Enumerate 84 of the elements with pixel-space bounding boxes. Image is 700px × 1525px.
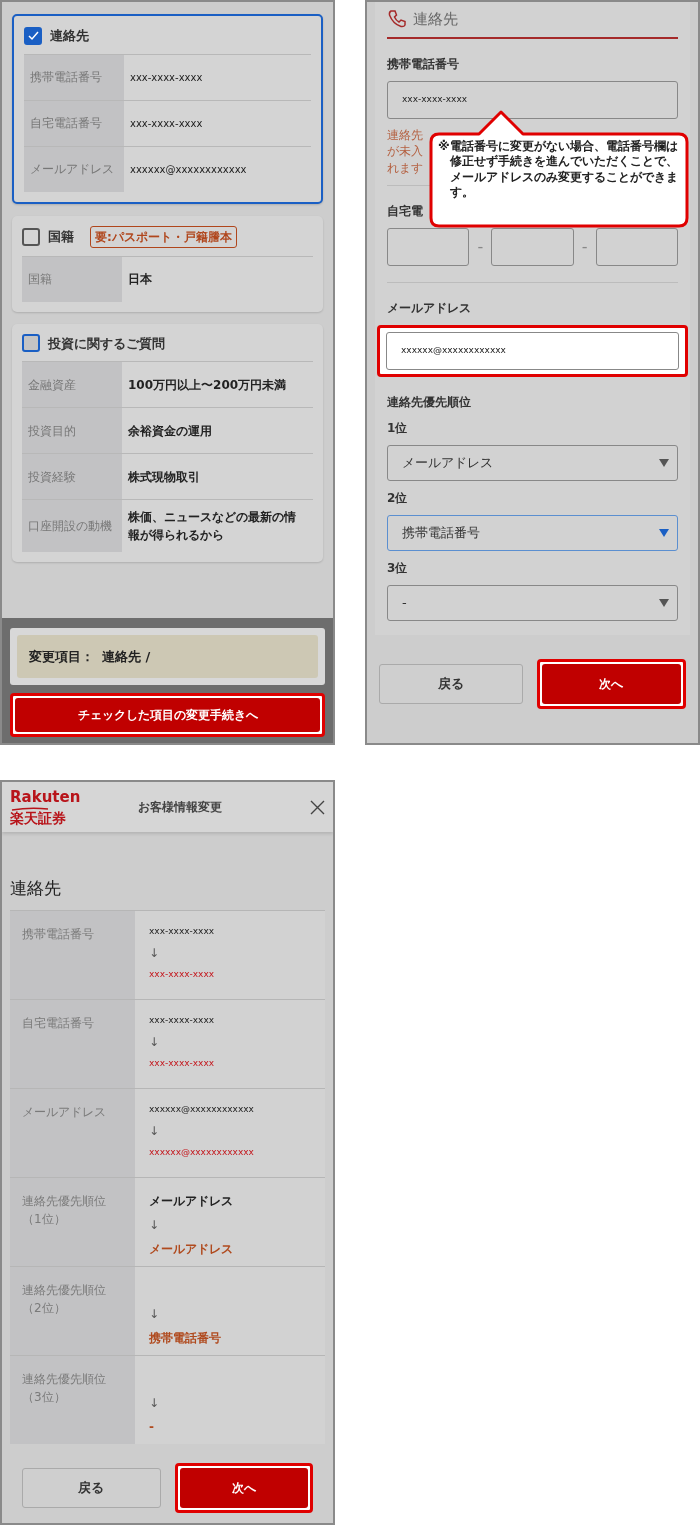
old-value: xxx-xxxx-xxxx [149,924,216,938]
section-title: 連絡先 [50,27,89,45]
row-value: xxxxxx@xxxxxxxxxxxx [129,162,248,177]
field-label: 携帯電話番号 [387,55,459,73]
new-value: xxxxxx@xxxxxxxxxxxx [149,1146,255,1159]
row-value: 100万円以上〜200万円未満 [127,376,288,394]
submit-button[interactable]: チェックした項目の変更手続きへ [15,698,320,732]
row-value: xxx-xxxx-xxxx [129,116,204,131]
section-title: 国籍 [48,227,74,246]
row-label: 連絡先優先順位 [22,1281,107,1299]
caret-icon [659,458,669,467]
row-value: 日本 [127,271,153,288]
row-label: 連絡先優先順位 [22,1370,107,1388]
row-label-note: （1位） [22,1210,67,1228]
old-value: xxxxxx@xxxxxxxxxxxx [149,1102,255,1116]
section-title: 投資に関するご質問 [48,334,165,353]
checkbox[interactable] [24,26,42,45]
select-field[interactable]: メールアドレス [387,444,678,481]
row-label: 携帯電話番号 [22,925,95,943]
row-label: 投資経験 [22,454,122,499]
requirement-tag: 要:パスポート・戸籍謄本 [90,225,237,248]
back-button[interactable]: 戻る [22,1468,161,1508]
logo-swoosh-icon [10,806,50,811]
brand-logo: Rakuten [10,787,81,807]
row-label: 自宅電話番号 [22,1014,95,1032]
new-value: xxx-xxxx-xxxx [149,968,216,981]
next-button[interactable]: 次へ [179,1468,308,1508]
row-label-note: （3位） [22,1388,67,1406]
checkbox[interactable] [22,227,40,246]
callout-text: ※電話番号に変更がない場合、電話番号欄は修正せず手続きを進んでいただくことで、メールアドレスのみ変更することができます。 [438,139,679,201]
row-label: 投資目的 [22,408,122,453]
row-value: xxx-xxxx-xxxx [129,70,204,85]
row-label: メールアドレス [24,146,124,192]
new-value: - [149,1418,155,1436]
arrow-text: ↓ [149,1034,161,1051]
new-value: xxx-xxxx-xxxx [149,1057,216,1070]
select-label: 3位 [387,559,408,577]
separator-text: - [581,235,588,258]
arrow-text: ↓ [149,1394,161,1412]
row-value: 株式現物取引 [127,468,201,486]
email-field[interactable]: xxxxxx@xxxxxxxxxxxx [386,331,679,370]
row-label: 携帯電話番号 [24,54,124,100]
arrow-text: ↓ [149,1123,161,1140]
back-button[interactable]: 戻る [379,663,523,704]
next-button[interactable]: 次へ [541,663,681,704]
row-value: 余裕資金の運用 [127,422,213,440]
phone-field[interactable]: xxx-xxxx-xxxx [387,80,678,119]
row-label: 連絡先優先順位 [22,1192,107,1210]
old-value: メールアドレス [149,1192,234,1210]
row-label: 金融資産 [22,362,122,407]
field-label: メールアドレス [387,299,471,317]
summary-label: 変更項目： [29,647,94,666]
phone-icon [387,9,407,30]
select-label: 2位 [387,489,408,507]
page-title: お客様情報変更 [137,799,224,816]
row-label: 国籍 [22,256,122,302]
check-icon [26,30,40,42]
new-value: メールアドレス [149,1240,234,1258]
arrow-text: ↓ [149,945,161,962]
select-field[interactable]: 携帯電話番号 [387,514,678,551]
old-value: xxx-xxxx-xxxx [149,1013,216,1027]
select-field[interactable]: - [387,584,678,621]
arrow-text: ↓ [149,1216,161,1234]
hint-text: れます [387,160,423,177]
hint-text: が未入 [387,143,423,161]
field-label: 自宅電 [387,202,423,220]
caret-icon [659,598,669,607]
row-value: 株価、ニュースなどの最新の情報が得られるから [127,509,297,544]
arrow-text: ↓ [149,1305,161,1323]
brand-subtitle: 楽天証券 [10,810,67,827]
caret-icon [659,528,669,537]
new-value: 携帯電話番号 [149,1329,222,1347]
section-heading: 連絡先優先順位 [387,393,471,411]
row-label: 自宅電話番号 [24,100,124,146]
row-label-note: （2位） [22,1299,67,1317]
row-label: 口座開設の動機 [22,500,122,552]
screen-title: 連絡先 [413,9,458,30]
separator-text: - [477,235,484,258]
close-icon[interactable] [310,799,325,815]
summary-value: 連絡先 / [102,647,151,666]
hint-text: 連絡先 [387,126,423,144]
select-label: 1位 [387,419,408,437]
section-title: 連絡先 [9,877,62,900]
row-label: メールアドレス [22,1103,107,1121]
